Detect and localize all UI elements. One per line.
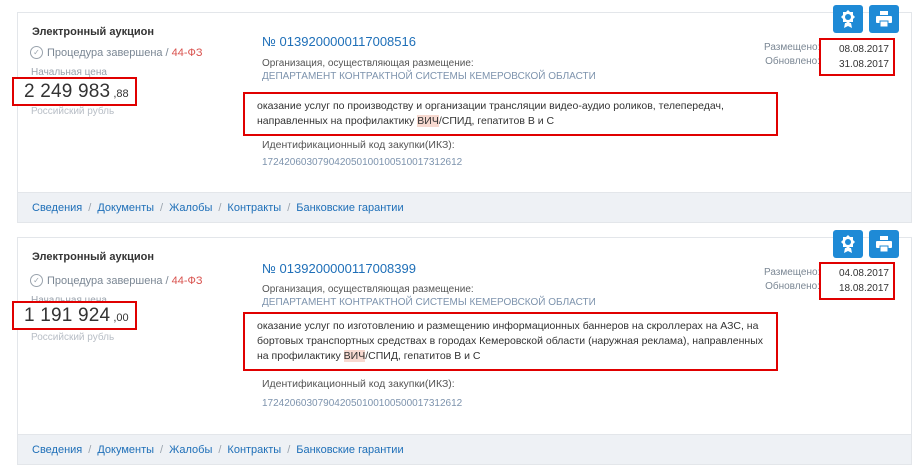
currency-label: Российский рубль <box>31 106 115 117</box>
nav-complaints-link[interactable]: Жалобы <box>169 202 212 214</box>
nav-separator: / <box>160 201 164 214</box>
placed-label: Размещено: <box>764 42 821 53</box>
print-button[interactable] <box>869 230 899 258</box>
procedure-type: Электронный аукцион <box>32 26 154 38</box>
price-cents: ,00 <box>113 312 129 324</box>
nav-contracts-link[interactable]: Контракты <box>227 444 281 456</box>
dates-labels: Размещено: Обновлено: <box>764 267 820 293</box>
updated-label: Обновлено: <box>765 56 820 67</box>
updated-date: 18.08.2017 <box>838 283 889 294</box>
status-text: Процедура завершена <box>47 274 163 287</box>
ikz-value: 172420603079042050100100500017312612 <box>262 398 463 409</box>
purchase-description[interactable]: оказание услуг по производству и организ… <box>243 92 778 136</box>
award-icon <box>841 10 855 28</box>
price-value: 1 191 924 <box>24 305 111 326</box>
dates-highlight-box: 08.08.2017 31.08.2017 <box>819 38 895 76</box>
description-text-end: /СПИД, гепатитов В и С <box>365 350 481 362</box>
price-highlight-box: 2 249 983,88 <box>12 77 137 106</box>
placed-label: Размещено: <box>764 267 821 278</box>
law-label: 44-ФЗ <box>171 274 203 287</box>
nav-complaints-link[interactable]: Жалобы <box>169 444 212 456</box>
currency-label: Российский рубль <box>31 332 115 343</box>
nav-documents-link[interactable]: Документы <box>97 202 154 214</box>
procedure-status: ✓ Процедура завершена / 44-ФЗ <box>30 46 203 59</box>
nav-separator: / <box>218 443 222 456</box>
status-text: Процедура завершена <box>47 46 163 59</box>
placed-date: 04.08.2017 <box>838 268 889 279</box>
award-button[interactable] <box>833 5 863 33</box>
org-name-link[interactable]: ДЕПАРТАМЕНТ КОНТРАКТНОЙ СИСТЕМЫ КЕМЕРОВС… <box>262 71 596 82</box>
org-label: Организация, осуществляющая размещение: <box>262 284 474 295</box>
ikz-value: 172420603079042050100100510017312612 <box>262 157 463 168</box>
nav-contracts-link[interactable]: Контракты <box>227 202 281 214</box>
purchase-card: Электронный аукцион ✓ Процедура завершен… <box>12 5 912 223</box>
procedure-type: Электронный аукцион <box>32 251 154 263</box>
search-highlight: ВИЧ <box>417 115 439 127</box>
org-label: Организация, осуществляющая размещение: <box>262 58 474 69</box>
card-footer-nav: Сведения / Документы / Жалобы / Контракты / … <box>18 192 911 222</box>
description-text: оказание услуг по изготовлению и размеще… <box>257 320 764 362</box>
purchase-number-link[interactable]: № 0139200000117008516 <box>262 34 416 49</box>
dates-labels: Размещено: Обновлено: <box>764 42 820 68</box>
procedure-status: ✓ Процедура завершена / 44-ФЗ <box>30 274 203 287</box>
law-label: 44-ФЗ <box>171 46 203 59</box>
nav-bank-guarantees-link[interactable]: Банковские гарантии <box>296 444 403 456</box>
card-footer-nav: Сведения / Документы / Жалобы / Контракты / … <box>18 434 911 464</box>
placed-date: 08.08.2017 <box>838 44 889 55</box>
purchase-description[interactable]: оказание услуг по изготовлению и размеще… <box>243 312 778 371</box>
description-text-end: /СПИД, гепатитов В и С <box>438 115 555 127</box>
purchase-card-body: Электронный аукцион ✓ Процедура завершен… <box>12 5 911 192</box>
dates-highlight-box: 04.08.2017 18.08.2017 <box>819 262 895 300</box>
check-circle-icon: ✓ <box>30 46 43 59</box>
updated-label: Обновлено: <box>765 281 820 292</box>
status-separator: / <box>165 274 169 287</box>
nav-separator: / <box>287 443 291 456</box>
award-button[interactable] <box>833 230 863 258</box>
nav-bank-guarantees-link[interactable]: Банковские гарантии <box>296 202 403 214</box>
nav-separator: / <box>88 443 92 456</box>
nav-info-link[interactable]: Сведения <box>32 444 82 456</box>
nav-documents-link[interactable]: Документы <box>97 444 154 456</box>
purchase-card: Электронный аукцион ✓ Процедура завершен… <box>12 230 912 465</box>
purchase-card-body: Электронный аукцион ✓ Процедура завершен… <box>12 230 911 434</box>
ikz-label: Идентификационный код закупки(ИКЗ): <box>262 139 455 151</box>
updated-date: 31.08.2017 <box>838 59 889 70</box>
check-circle-icon: ✓ <box>30 274 43 287</box>
price-highlight-box: 1 191 924,00 <box>12 301 137 330</box>
purchase-number-link[interactable]: № 0139200000117008399 <box>262 261 416 276</box>
nav-separator: / <box>160 443 164 456</box>
status-separator: / <box>165 46 169 59</box>
print-icon <box>876 11 892 28</box>
ikz-label: Идентификационный код закупки(ИКЗ): <box>262 378 455 390</box>
search-highlight: ВИЧ <box>343 350 366 362</box>
price-cents: ,88 <box>113 88 129 100</box>
nav-separator: / <box>287 201 291 214</box>
nav-info-link[interactable]: Сведения <box>32 202 82 214</box>
nav-separator: / <box>218 201 222 214</box>
award-icon <box>841 235 855 253</box>
nav-separator: / <box>88 201 92 214</box>
org-name-link[interactable]: ДЕПАРТАМЕНТ КОНТРАКТНОЙ СИСТЕМЫ КЕМЕРОВС… <box>262 297 596 308</box>
price-value: 2 249 983 <box>24 81 111 102</box>
print-icon <box>876 236 892 253</box>
print-button[interactable] <box>869 5 899 33</box>
